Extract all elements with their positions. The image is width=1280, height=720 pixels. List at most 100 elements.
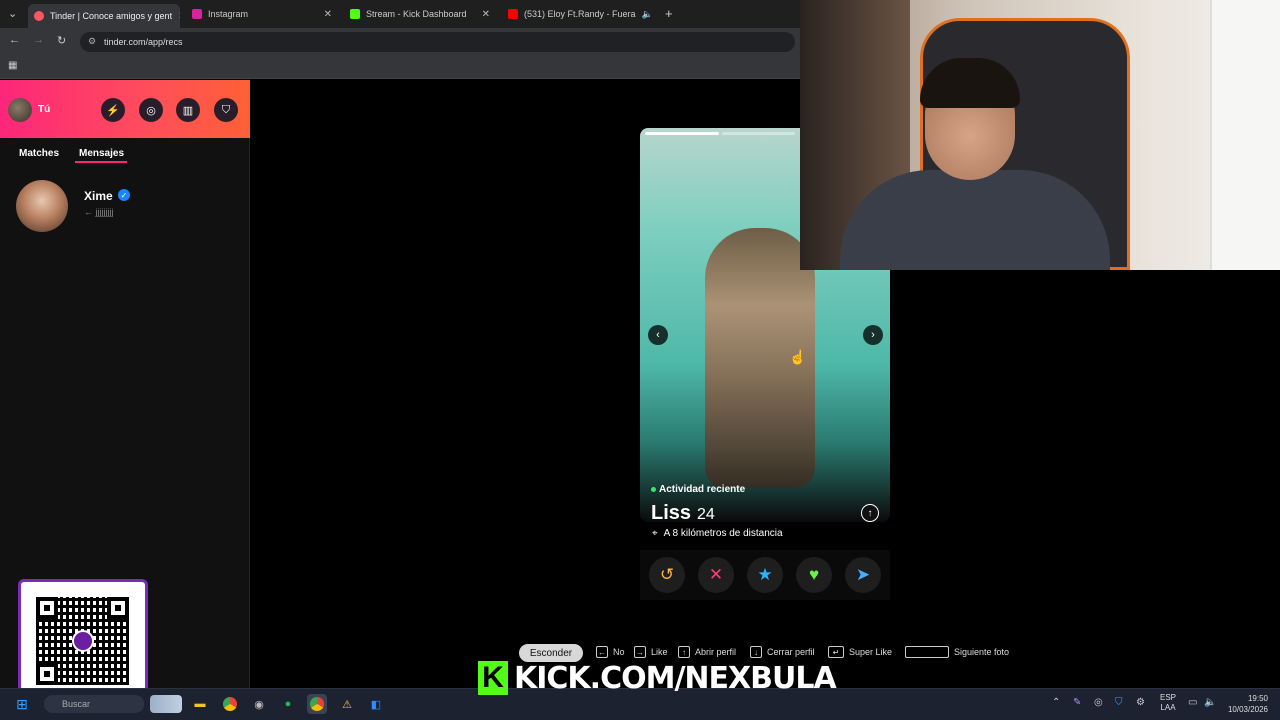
hand-cursor-icon: ☝ [789,349,807,365]
up-arrow-icon[interactable]: ↑ [861,504,879,522]
file-explorer-icon[interactable]: ▬ [190,694,210,714]
hint-label: Siguiente foto [954,647,1010,657]
profile-name: Liss [651,502,692,524]
search-placeholder: Buscar [62,699,91,709]
hint-label: Super Like [849,647,893,657]
tab-title: Instagram [208,9,249,19]
tab-tinder[interactable]: Tinder | Conoce amigos y gent ✕ [28,4,180,28]
app-icon[interactable]: ◉ [249,694,269,714]
warning-icon[interactable]: ⚠ [337,694,357,714]
display-icon[interactable]: ▭ [1188,697,1197,708]
briefcase-icon[interactable]: ▥ [176,98,200,122]
lang-bottom: LAA [1160,703,1176,712]
tinder-favicon-icon [34,11,44,21]
tab-matches[interactable]: Matches [19,148,59,159]
back-arrow-icon[interactable]: ← [9,34,20,46]
webcam-shelf [1210,0,1280,270]
like-icon[interactable]: ♥ [796,557,832,593]
tab-instagram[interactable]: Instagram ✕ [186,4,338,24]
online-dot-icon [651,487,656,492]
hint-open-profile: ↑ Abrir perfil [678,646,736,658]
left-key-icon: ← [596,646,608,658]
distance-label: A 8 kilómetros de distancia [663,528,783,539]
tray-shield-icon[interactable]: ⛉ [1115,697,1123,708]
tray-pen-icon[interactable]: ✎ [1073,697,1081,708]
tab-title: (531) Eloy Ft.Randy - Fuera [524,9,636,19]
tab-list-icon[interactable]: ⌄ [8,7,17,20]
tray-chevron-icon[interactable]: ⌃ [1052,697,1060,708]
close-tab-icon[interactable]: ✕ [324,9,332,20]
shield-icon[interactable]: ⛉ [214,98,238,122]
location-icon: ⌖ [652,528,658,539]
clock[interactable]: 19:50 10/03/2026 [1222,693,1268,715]
space-key-icon [905,646,949,658]
superlike-icon[interactable]: ★ [747,557,783,593]
clock-time: 19:50 [1247,694,1268,703]
right-key-icon: → [634,646,646,658]
qr-finder [36,663,58,685]
verified-icon: ✓ [118,189,130,201]
compass-icon[interactable]: ◎ [139,98,163,122]
clock-date: 10/03/2026 [1227,705,1268,714]
tab-messages[interactable]: Mensajes [79,148,124,159]
app-icon-blue[interactable]: ◧ [366,694,386,714]
widgets-icon[interactable] [150,695,182,713]
profile-distance: ⌖ A 8 kilómetros de distancia [652,528,783,539]
youtube-favicon-icon [508,9,518,19]
tray-settings-icon[interactable]: ⚙ [1136,697,1145,708]
hint-label: No [613,647,625,657]
lightning-icon[interactable]: ⚡ [101,98,125,122]
kick-logo-icon: K [478,661,508,695]
chrome-icon[interactable] [220,694,240,714]
boost-icon[interactable]: ➤ [845,557,881,593]
language-indicator[interactable]: ESP LAA [1160,693,1176,713]
forward-arrow-icon[interactable]: → [33,34,44,46]
photo-progress [645,132,795,135]
site-info-icon[interactable]: ⚙ [88,36,96,47]
yape-logo [72,630,94,652]
taskbar-search[interactable]: Buscar [44,695,144,713]
qr-finder [107,597,129,619]
chrome-active-icon[interactable] [307,694,327,714]
hint-no: ← No [596,646,625,658]
speaker-icon[interactable]: 🔈 [642,9,653,20]
close-tab-icon[interactable]: ✕ [178,11,180,22]
new-tab-icon[interactable]: + [665,6,673,21]
windows-start-icon[interactable]: ⊞ [12,694,32,714]
conversation-avatar[interactable] [16,180,68,232]
apps-grid-icon[interactable]: ▦ [8,60,17,71]
active-tab-underline [75,161,127,163]
hint-label: Like [651,647,668,657]
tray-app-icon[interactable]: ◎ [1094,697,1103,708]
reload-icon[interactable]: ↻ [57,34,66,47]
next-photo-icon[interactable]: › [863,325,883,345]
hint-super-like: ↵ Super Like [828,646,892,658]
volume-icon[interactable]: 🔈 [1204,697,1216,708]
tab-title: Stream - Kick Dashboard [366,9,467,19]
tab-kick[interactable]: Stream - Kick Dashboard ✕ [344,4,496,24]
previous-photo-icon[interactable]: ‹ [648,325,668,345]
profile-age: 24 [697,506,715,523]
kick-channel-text: KICK.COM/NEXBULA [514,660,837,696]
instagram-favicon-icon [192,9,202,19]
lang-top: ESP [1160,693,1177,702]
tab-youtube[interactable]: (531) Eloy Ft.Randy - Fuera 🔈 ✕ [502,4,654,24]
conversation-name[interactable]: Xime [84,189,113,203]
address-input[interactable]: tinder.com/app/recs [80,32,795,52]
activity-status: Actividad reciente [651,484,745,495]
tab-title: Tinder | Conoce amigos y gent [50,11,173,21]
bookmarks-bar [0,55,800,79]
nope-icon[interactable]: ✕ [698,557,734,593]
down-key-icon: ↓ [750,646,762,658]
hint-label: Cerrar perfil [767,647,815,657]
up-key-icon: ↑ [678,646,690,658]
rewind-icon[interactable]: ↺ [649,557,685,593]
activity-label: Actividad reciente [659,484,746,495]
hint-label: Abrir perfil [695,647,737,657]
user-label[interactable]: Tú [38,104,50,115]
user-avatar[interactable] [8,98,32,122]
hint-like: → Like [634,646,668,658]
spotify-icon[interactable]: ● [278,694,298,714]
close-tab-icon[interactable]: ✕ [482,9,490,20]
kick-channel-overlay: K KICK.COM/NEXBULA [478,660,837,696]
